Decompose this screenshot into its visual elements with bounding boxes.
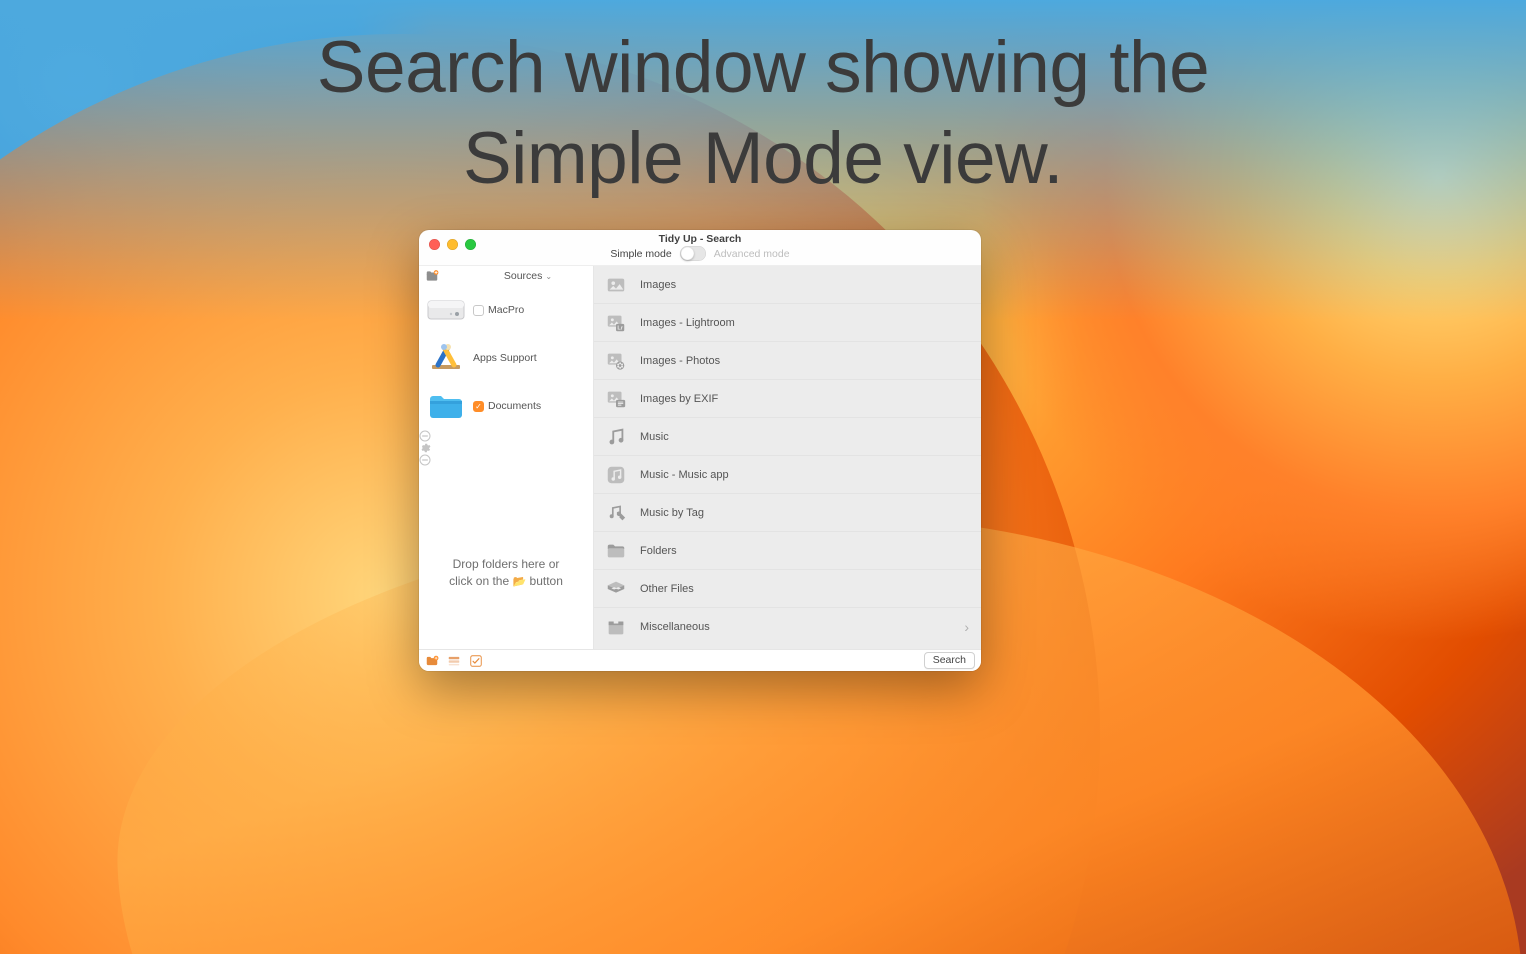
source-label: MacPro	[488, 304, 524, 316]
minimize-button[interactable]	[447, 239, 458, 250]
music-app-icon	[604, 463, 628, 487]
edit-list-bottom-icon[interactable]	[447, 654, 461, 668]
miscellaneous-icon	[604, 615, 628, 639]
category-images-photos[interactable]: Images - Photos	[594, 342, 981, 380]
category-label: Images	[640, 279, 969, 291]
drop-folders-hint: Drop folders here or click on the 📂 butt…	[419, 556, 593, 609]
chevron-down-icon: ⌄	[545, 272, 552, 281]
source-item-documents[interactable]: ✓ Documents	[419, 382, 593, 430]
folder-blue-icon	[425, 388, 467, 424]
category-label: Images by EXIF	[640, 393, 969, 405]
simple-mode-label: Simple mode	[610, 249, 671, 260]
source-item-apps-support[interactable]: Apps Support	[419, 334, 593, 382]
mode-toggle[interactable]	[680, 246, 706, 261]
marketing-headline: Search window showing the Simple Mode vi…	[0, 22, 1526, 205]
category-label: Music - Music app	[640, 469, 969, 481]
drop-hint-line1: Drop folders here or	[429, 556, 583, 573]
window-titlebar: Tidy Up - Search Simple mode Advanced mo…	[419, 230, 981, 266]
close-button[interactable]	[429, 239, 440, 250]
window-bottombar: Search	[419, 649, 981, 671]
images-photos-icon	[604, 349, 628, 373]
category-folders[interactable]: Folders	[594, 532, 981, 570]
category-label: Other Files	[640, 583, 969, 595]
category-label: Miscellaneous	[640, 621, 952, 633]
source-label: Apps Support	[473, 352, 537, 364]
drive-icon	[425, 292, 467, 328]
category-list: Images Lr Images - Lightroom Images - Ph…	[594, 266, 981, 649]
category-images-lightroom[interactable]: Lr Images - Lightroom	[594, 304, 981, 342]
settings-source-icon[interactable]	[419, 442, 593, 454]
music-note-icon	[604, 425, 628, 449]
images-exif-icon	[604, 387, 628, 411]
category-label: Music	[640, 431, 969, 443]
remove-source-icon-2[interactable]	[419, 454, 593, 466]
sources-label-text: Sources	[504, 270, 543, 282]
search-button-label: Search	[933, 654, 966, 666]
advanced-mode-label: Advanced mode	[714, 249, 790, 260]
svg-text:Lr: Lr	[617, 325, 623, 331]
app-window: Tidy Up - Search Simple mode Advanced mo…	[419, 230, 981, 671]
source-checkbox-macpro[interactable]	[473, 305, 484, 316]
mode-switch-row: Simple mode Advanced mode	[610, 246, 789, 261]
music-tag-icon	[604, 501, 628, 525]
category-images-exif[interactable]: Images by EXIF	[594, 380, 981, 418]
folders-icon	[604, 539, 628, 563]
remove-source-icon[interactable]	[419, 430, 593, 442]
zoom-button[interactable]	[465, 239, 476, 250]
folder-plus-glyph-icon: 📂	[512, 576, 526, 588]
images-lightroom-icon: Lr	[604, 311, 628, 335]
category-images[interactable]: Images	[594, 266, 981, 304]
headline-line2: Simple Mode view.	[0, 113, 1526, 204]
source-checkbox-documents[interactable]: ✓	[473, 401, 484, 412]
category-music-app[interactable]: Music - Music app	[594, 456, 981, 494]
add-folder-bottom-icon[interactable]	[425, 654, 439, 668]
search-button[interactable]: Search	[924, 652, 975, 669]
window-title: Tidy Up - Search	[659, 234, 742, 245]
category-label: Music by Tag	[640, 507, 969, 519]
category-label: Images - Lightroom	[640, 317, 969, 329]
category-music-tag[interactable]: Music by Tag	[594, 494, 981, 532]
source-item-macpro[interactable]: MacPro	[419, 286, 593, 334]
category-label: Images - Photos	[640, 355, 969, 367]
images-icon	[604, 273, 628, 297]
sources-list: MacPro Apps Support	[419, 286, 593, 556]
chevron-right-icon: ›	[964, 619, 969, 635]
sources-dropdown[interactable]: Sources ⌄	[445, 270, 589, 282]
check-bottom-icon[interactable]	[469, 654, 483, 668]
headline-line1: Search window showing the	[0, 22, 1526, 113]
apps-support-icon	[425, 340, 467, 376]
category-other-files[interactable]: Other Files	[594, 570, 981, 608]
source-label: Documents	[488, 400, 541, 412]
category-music[interactable]: Music	[594, 418, 981, 456]
other-files-icon	[604, 577, 628, 601]
category-miscellaneous[interactable]: Miscellaneous ›	[594, 608, 981, 646]
category-label: Folders	[640, 545, 969, 557]
traffic-lights	[429, 239, 476, 250]
add-source-folder-icon[interactable]	[425, 269, 439, 283]
drop-hint-line2: click on the 📂 button	[429, 573, 583, 591]
sources-sidebar: Sources ⌄ Ma	[419, 266, 594, 649]
